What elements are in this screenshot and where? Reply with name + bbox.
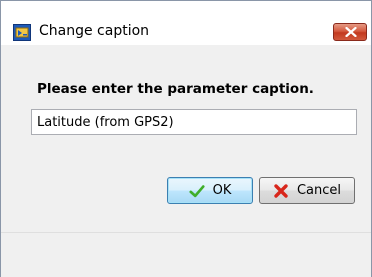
cancel-button-label: Cancel	[296, 183, 342, 198]
ok-button[interactable]: OK	[167, 177, 253, 204]
change-caption-dialog: Change caption Please enter the paramete…	[0, 0, 372, 277]
red-x-icon	[274, 183, 288, 198]
close-button[interactable]	[333, 23, 367, 41]
checkmark-icon	[189, 184, 205, 197]
app-icon	[13, 24, 31, 41]
ok-button-label: OK	[212, 183, 232, 198]
dialog-footer	[1, 232, 371, 277]
title-bar[interactable]: Change caption	[1, 1, 371, 45]
close-icon	[345, 27, 357, 37]
window-title: Change caption	[39, 23, 150, 39]
caption-prompt: Please enter the parameter caption.	[37, 81, 314, 97]
cancel-button[interactable]: Cancel	[259, 177, 355, 204]
caption-input[interactable]	[31, 109, 357, 135]
